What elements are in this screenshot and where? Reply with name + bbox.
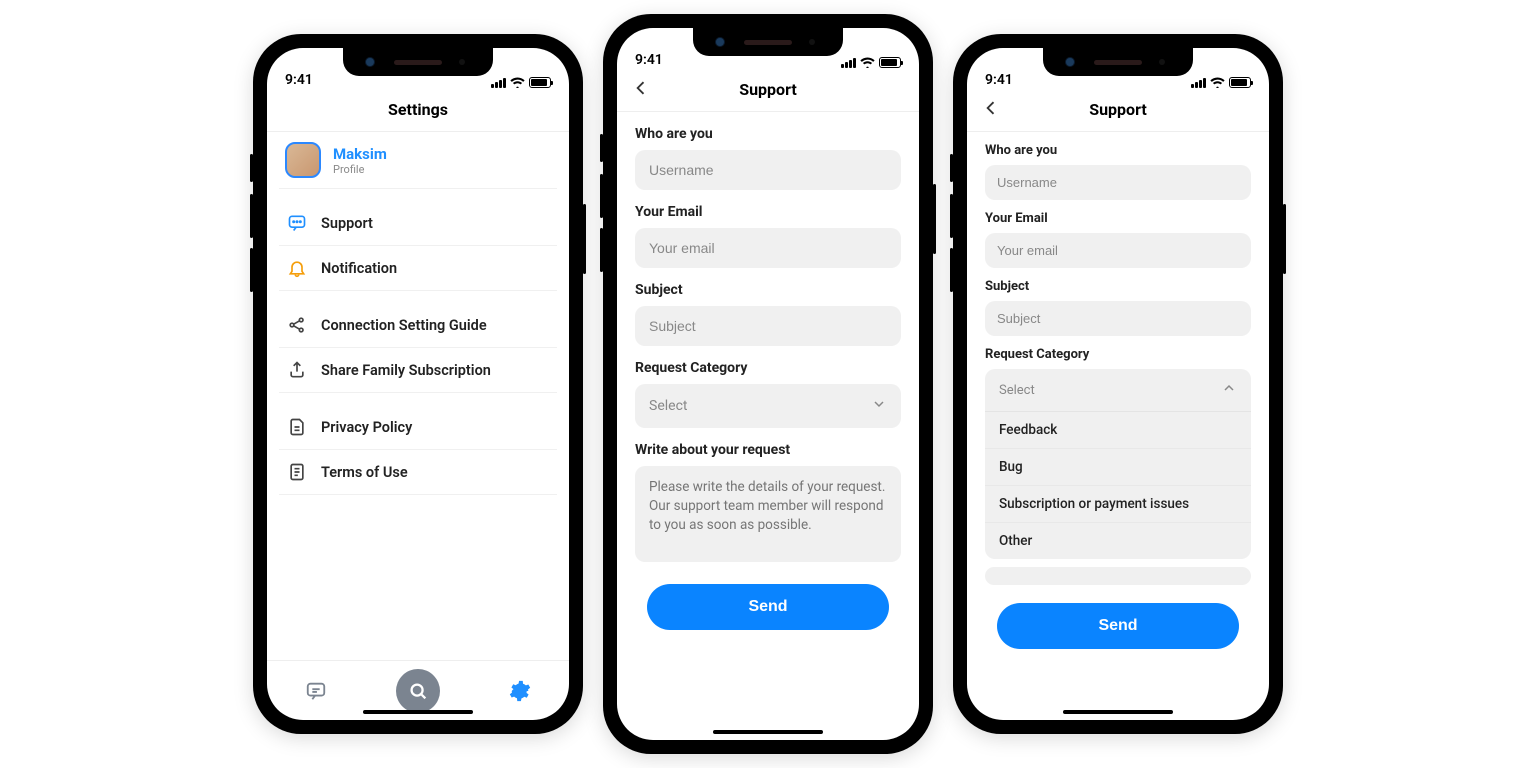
subject-input[interactable]: [635, 306, 901, 346]
settings-item-terms[interactable]: Terms of Use: [279, 450, 557, 495]
settings-label: Connection Setting Guide: [321, 317, 487, 334]
avatar: [285, 142, 321, 178]
page-title: Support: [739, 80, 797, 99]
who-label: Who are you: [635, 126, 901, 142]
send-button[interactable]: Send: [997, 603, 1239, 649]
profile-sub: Profile: [333, 163, 387, 176]
upload-icon: [285, 360, 309, 380]
email-label: Your Email: [985, 211, 1251, 226]
settings-label: Share Family Subscription: [321, 362, 491, 379]
username-input[interactable]: [985, 165, 1251, 200]
page-title: Settings: [267, 88, 569, 132]
send-button[interactable]: Send: [647, 584, 889, 630]
category-select[interactable]: Select: [985, 369, 1251, 412]
battery-icon: [879, 57, 901, 68]
signal-icon: [491, 78, 506, 88]
category-placeholder: Select: [649, 398, 687, 414]
category-dropdown: Select Feedback Bug Subscription or paym…: [985, 369, 1251, 559]
signal-icon: [1191, 78, 1206, 88]
back-button[interactable]: [631, 78, 651, 102]
document-list-icon: [285, 462, 309, 482]
who-label: Who are you: [985, 143, 1251, 158]
chevron-up-icon: [1221, 380, 1237, 400]
profile-row[interactable]: Maksim Profile: [279, 132, 557, 189]
chat-icon: [285, 213, 309, 233]
wifi-icon: [510, 77, 525, 88]
subject-label: Subject: [985, 279, 1251, 294]
settings-item-support[interactable]: Support: [279, 201, 557, 246]
message-label: Write about your request: [635, 442, 901, 458]
email-input[interactable]: [985, 233, 1251, 268]
category-option-feedback[interactable]: Feedback: [985, 412, 1251, 449]
username-input[interactable]: [635, 150, 901, 190]
home-indicator: [713, 730, 823, 734]
profile-name: Maksim: [333, 145, 387, 163]
home-indicator: [1063, 710, 1173, 714]
home-indicator: [363, 710, 473, 714]
settings-item-notification[interactable]: Notification: [279, 246, 557, 291]
settings-label: Privacy Policy: [321, 419, 412, 436]
subject-label: Subject: [635, 282, 901, 298]
support-phone: 9:41 Support Who are you Your Email Subj…: [603, 14, 933, 754]
status-time: 9:41: [635, 52, 663, 68]
signal-icon: [841, 58, 856, 68]
settings-label: Terms of Use: [321, 464, 408, 481]
settings-item-guide[interactable]: Connection Setting Guide: [279, 303, 557, 348]
category-option-bug[interactable]: Bug: [985, 449, 1251, 486]
back-button[interactable]: [981, 98, 1001, 122]
category-option-payment[interactable]: Subscription or payment issues: [985, 486, 1251, 523]
email-label: Your Email: [635, 204, 901, 220]
category-placeholder: Select: [999, 383, 1035, 398]
battery-icon: [1229, 77, 1251, 88]
category-label: Request Category: [985, 347, 1251, 362]
message-textarea[interactable]: [635, 466, 901, 562]
support-dropdown-phone: 9:41 Support Who are you Your Email Subj…: [953, 34, 1283, 734]
status-time: 9:41: [985, 72, 1013, 88]
status-time: 9:41: [285, 72, 313, 88]
category-option-other[interactable]: Other: [985, 523, 1251, 559]
category-select[interactable]: Select: [635, 384, 901, 428]
settings-item-share[interactable]: Share Family Subscription: [279, 348, 557, 393]
page-title: Support: [1089, 100, 1147, 119]
settings-label: Notification: [321, 260, 397, 277]
wifi-icon: [1210, 77, 1225, 88]
settings-phone: 9:41 Settings Maksim Profile: [253, 34, 583, 734]
chevron-down-icon: [871, 396, 887, 416]
settings-label: Support: [321, 215, 373, 232]
share-nodes-icon: [285, 315, 309, 335]
document-icon: [285, 417, 309, 437]
settings-item-privacy[interactable]: Privacy Policy: [279, 405, 557, 450]
wifi-icon: [860, 57, 875, 68]
message-textarea-peek: [985, 567, 1251, 585]
tab-settings[interactable]: [502, 673, 538, 709]
subject-input[interactable]: [985, 301, 1251, 336]
tab-search[interactable]: [396, 669, 440, 713]
category-label: Request Category: [635, 360, 901, 376]
bell-icon: [285, 258, 309, 278]
email-input[interactable]: [635, 228, 901, 268]
tab-messages[interactable]: [298, 673, 334, 709]
battery-icon: [529, 77, 551, 88]
